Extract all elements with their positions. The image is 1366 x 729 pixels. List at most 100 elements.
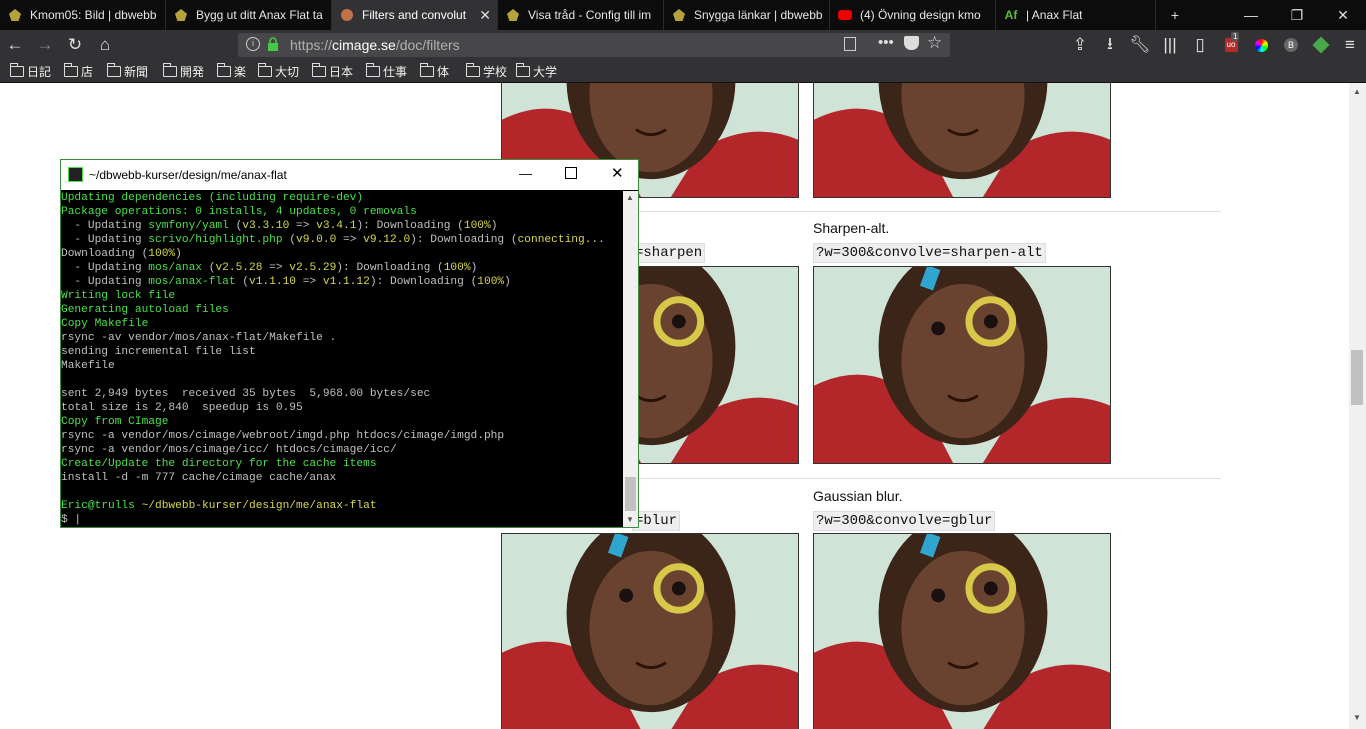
url-bar[interactable]: i https://cimage.se/doc/filters ••• ☆ [238,33,950,57]
terminal-close-button[interactable]: ✕ [611,164,624,182]
color-picker-icon[interactable] [1251,35,1271,55]
terminal-line: rsync -av vendor/mos/anax-flat/Makefile … [61,332,337,344]
tab-2[interactable]: Bygg ut ditt Anax Flat ta [166,0,332,30]
bookmark-folder[interactable]: 新聞 [106,62,148,79]
download-icon[interactable]: ⭳ [1100,34,1120,55]
terminal-scroll-up[interactable]: ▲ [626,193,634,202]
folder-icon [63,62,78,77]
home-icon[interactable]: ⌂ [95,35,115,55]
ublock-icon[interactable]: uo 1 [1221,32,1241,55]
forward-icon[interactable]: → [35,35,55,55]
terminal-minimize-button[interactable]: — [519,166,532,181]
image-blur [501,533,799,729]
tab-7[interactable]: Af | Anax Flat [996,0,1156,30]
tab-title: Snygga länkar | dbwebb [694,8,823,22]
bookmark-folder[interactable]: 学校 [465,62,508,79]
pocket-icon[interactable] [904,36,919,50]
terminal-output[interactable]: Updating dependencies (including require… [61,191,623,527]
anax-icon: Af [1004,8,1018,22]
terminal-line: Downloading (100%) [61,248,182,260]
bookmark-folder[interactable]: 日記 [9,62,51,79]
code-blur: =blur [632,511,681,531]
more-actions-icon[interactable]: ••• [878,34,894,51]
reload-icon[interactable]: ↻ [65,35,85,55]
bookmark-folder[interactable]: 大切 [257,62,299,79]
folder-icon [515,62,530,77]
dbwebb-icon [8,8,22,22]
bookmark-label: 大学 [533,64,558,79]
scroll-down-arrow[interactable]: ▼ [1353,713,1361,722]
bookmark-label: 開発 [180,64,205,79]
scroll-up-arrow[interactable]: ▲ [1353,87,1361,96]
bookmark-label: 日本 [329,64,354,79]
page-scrollbar-thumb[interactable] [1351,350,1363,405]
back-icon[interactable]: ← [5,35,25,55]
code-sharpen-alt: ?w=300&convolve=sharpen-alt [813,243,1046,263]
tab-6[interactable]: (4) Övning design kmo [830,0,996,30]
tab-title: Kmom05: Bild | dbwebb [30,8,157,22]
bookmark-folder[interactable]: 楽 [216,62,246,79]
terminal-scroll-down[interactable]: ▼ [626,515,634,524]
url-text: https://cimage.se/doc/filters [290,37,460,53]
new-tab-button[interactable]: + [1152,0,1198,30]
terminal-line: Updating dependencies (including require… [61,192,364,204]
tab-1[interactable]: Kmom05: Bild | dbwebb [0,0,166,30]
terminal-line: rsync -a vendor/mos/cimage/icc/ htdocs/c… [61,444,397,456]
folder-icon [365,62,380,77]
image-sharpen-alt [813,266,1111,464]
folder-icon [311,62,326,77]
wrench-icon[interactable]: 🔧︎ [1129,35,1151,55]
terminal-line: - Updating symfony/yaml (v3.3.10 => v3.4… [61,220,498,232]
image-gblur [813,533,1111,729]
tab-5[interactable]: Snygga länkar | dbwebb [664,0,830,30]
folder-icon [419,62,434,77]
restore-button[interactable]: ❐ [1274,0,1320,30]
bookmark-label: 学校 [483,64,508,79]
terminal-line: install -d -m 777 cache/cimage cache/ana… [61,472,337,484]
folder-icon [465,62,480,77]
menu-icon[interactable]: ≡ [1340,35,1360,55]
bookmark-folder[interactable]: 店 [63,62,93,79]
tab-3[interactable]: Filters and convolut ✕ [332,0,498,30]
terminal-line: Writing lock file [61,290,176,302]
extension-green-icon[interactable] [1311,35,1331,55]
terminal-title: ~/dbwebb-kurser/design/me/anax-flat [89,168,287,182]
close-window-button[interactable]: ✕ [1320,0,1366,30]
terminal-line: - Updating scrivo/highlight.php (v9.0.0 … [61,234,605,246]
sidebar-icon[interactable]: ▯ [1190,35,1210,55]
terminal-line: Eric@trulls ~/dbwebb-kurser/design/me/an… [61,500,377,512]
minimize-button[interactable]: — [1228,0,1274,30]
tab-title: | Anax Flat [1026,8,1083,22]
close-tab-icon[interactable]: ✕ [479,7,491,24]
info-icon[interactable]: i [246,37,260,51]
bookmark-folder[interactable]: 体 [419,62,449,79]
cimage-icon [340,8,354,22]
terminal-titlebar[interactable]: ~/dbwebb-kurser/design/me/anax-flat — ✕ [61,160,638,190]
tab-4[interactable]: Visa tråd - Config till im [498,0,664,30]
image-filtered [813,83,1111,198]
pocket-list-icon[interactable]: ⇪ [1070,35,1090,55]
library-icon[interactable]: ||| [1160,35,1180,55]
page-scrollbar[interactable]: ▲ ▼ [1349,83,1366,729]
bookmark-folder[interactable]: 開発 [162,62,205,79]
reader-view-icon[interactable] [844,37,856,51]
ublock-badge: 1 [1231,32,1240,41]
terminal-line: Copy Makefile [61,318,149,330]
bookmark-folder[interactable]: 仕事 [365,62,407,79]
terminal-scrollbar[interactable]: ▲ ▼ [623,191,638,527]
bookmark-folder[interactable]: 日本 [311,62,354,79]
lock-icon[interactable] [267,37,279,52]
terminal-line: Makefile [61,360,115,372]
terminal-app-icon [68,167,83,182]
code-gblur: ?w=300&convolve=gblur [813,511,996,531]
terminal-line: - Updating mos/anax (v2.5.28 => v2.5.29)… [61,262,478,274]
terminal-window[interactable]: ~/dbwebb-kurser/design/me/anax-flat — ✕ … [60,159,639,528]
tab-title: Visa tråd - Config till im [528,8,652,22]
terminal-scroll-thumb[interactable] [625,477,636,511]
bookmark-folder[interactable]: 大学 [515,62,558,79]
tab-strip: Kmom05: Bild | dbwebb Bygg ut ditt Anax F… [0,0,1366,30]
terminal-maximize-button[interactable] [565,167,577,179]
folder-icon [9,62,24,77]
extension-b-icon[interactable]: B [1281,35,1301,55]
bookmark-star-icon[interactable]: ☆ [927,33,942,53]
